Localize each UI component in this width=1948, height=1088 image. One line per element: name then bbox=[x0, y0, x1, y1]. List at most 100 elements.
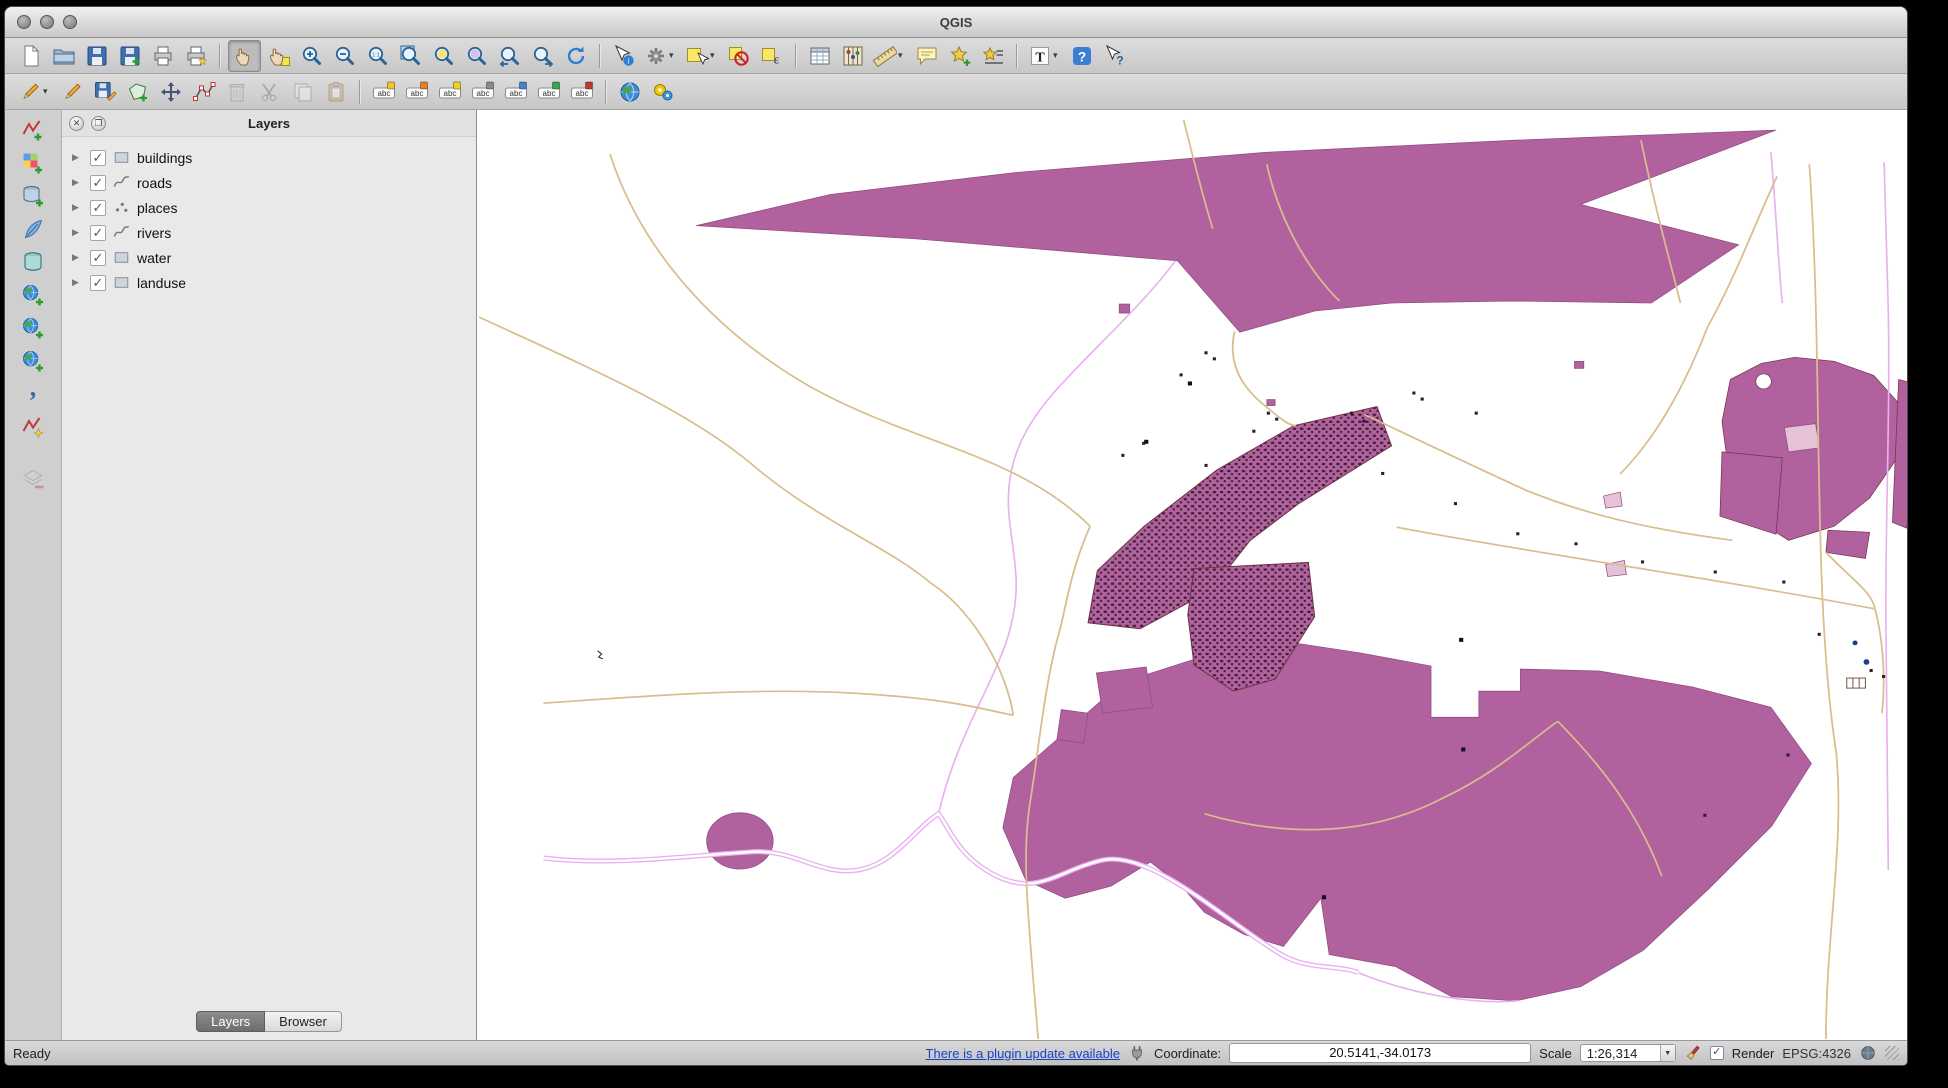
layer-label: roads bbox=[137, 175, 172, 191]
layer-checkbox[interactable]: ✓ bbox=[90, 225, 106, 241]
deselect-all-button[interactable] bbox=[723, 41, 754, 71]
status-bar: Ready There is a plugin update available… bbox=[5, 1040, 1907, 1065]
scale-combo[interactable]: 1:26,314 ▼ bbox=[1580, 1044, 1676, 1062]
add-wms-layer-button[interactable] bbox=[17, 280, 49, 310]
expander-icon[interactable]: ▶ bbox=[72, 152, 84, 163]
toggle-editing-button[interactable] bbox=[56, 77, 87, 107]
resize-grip[interactable] bbox=[1885, 1046, 1899, 1060]
help-contents-button[interactable] bbox=[1066, 41, 1097, 71]
expander-icon[interactable]: ▶ bbox=[72, 227, 84, 238]
expander-icon[interactable]: ▶ bbox=[72, 252, 84, 263]
save-layer-edits-button[interactable] bbox=[89, 77, 120, 107]
tab-layers[interactable]: Layers bbox=[196, 1011, 265, 1032]
render-brush-icon[interactable] bbox=[1684, 1044, 1702, 1062]
save-project-button[interactable] bbox=[81, 41, 112, 71]
change-label-properties-button[interactable] bbox=[566, 77, 597, 107]
layer-labeling-options-button[interactable] bbox=[368, 77, 399, 107]
add-raster-layer-button[interactable] bbox=[17, 148, 49, 178]
layer-row-rivers[interactable]: ▶✓rivers bbox=[62, 220, 476, 245]
zoom-in-icon bbox=[300, 44, 324, 68]
layer-checkbox[interactable]: ✓ bbox=[90, 200, 106, 216]
current-edits-button[interactable]: ▾ bbox=[15, 77, 54, 107]
layer-checkbox[interactable]: ✓ bbox=[90, 150, 106, 166]
layer-row-buildings[interactable]: ▶✓buildings bbox=[62, 145, 476, 170]
layer-row-water[interactable]: ▶✓water bbox=[62, 245, 476, 270]
pan-map-to-selection-button[interactable] bbox=[263, 41, 294, 71]
zoom-last-button[interactable] bbox=[494, 41, 525, 71]
save-project-as-button[interactable] bbox=[114, 41, 145, 71]
add-feature-button[interactable] bbox=[122, 77, 153, 107]
zoom-native-button[interactable] bbox=[362, 41, 393, 71]
expander-icon[interactable]: ▶ bbox=[72, 177, 84, 188]
expander-icon[interactable]: ▶ bbox=[72, 277, 84, 288]
chevron-down-icon[interactable]: ▼ bbox=[1660, 1045, 1675, 1061]
coordinate-input[interactable]: 20.5141,-34.0173 bbox=[1229, 1043, 1531, 1063]
zoom-out-button[interactable] bbox=[329, 41, 360, 71]
title-bar: QGIS bbox=[5, 7, 1907, 38]
layer-checkbox[interactable]: ✓ bbox=[90, 275, 106, 291]
layer-checkbox[interactable]: ✓ bbox=[90, 175, 106, 191]
plugin-icon[interactable] bbox=[1128, 1044, 1146, 1062]
identify-features-button[interactable] bbox=[608, 41, 639, 71]
layer-row-roads[interactable]: ▶ ✓ roads bbox=[62, 170, 476, 195]
layer-row-landuse[interactable]: ▶✓landuse bbox=[62, 270, 476, 295]
run-feature-action-button[interactable]: ▾ bbox=[641, 41, 680, 71]
new-shapefile-layer-button[interactable] bbox=[17, 412, 49, 442]
web-globe-button[interactable] bbox=[614, 77, 645, 107]
new-print-composer-button[interactable] bbox=[147, 41, 178, 71]
select-by-expression-button[interactable] bbox=[756, 41, 787, 71]
open-project-button[interactable] bbox=[48, 41, 79, 71]
composer-manager-button[interactable] bbox=[180, 41, 211, 71]
pin-unpin-labels-button[interactable] bbox=[467, 77, 498, 107]
map-tips-button[interactable] bbox=[911, 41, 942, 71]
move-feature-button[interactable] bbox=[155, 77, 186, 107]
pan-map-button[interactable] bbox=[228, 40, 261, 72]
save-project-as-icon bbox=[118, 44, 142, 68]
add-spatialite-layer-button[interactable] bbox=[17, 214, 49, 244]
layer-diagram-options-button[interactable] bbox=[401, 77, 432, 107]
zoom-full-button[interactable] bbox=[395, 41, 426, 71]
show-bookmarks-button[interactable] bbox=[977, 41, 1008, 71]
render-checkbox[interactable]: ✓ bbox=[1710, 1046, 1724, 1060]
zoom-in-button[interactable] bbox=[296, 41, 327, 71]
zoom-next-button[interactable] bbox=[527, 41, 558, 71]
highlight-pinned-labels-button[interactable] bbox=[434, 77, 465, 107]
tab-browser[interactable]: Browser bbox=[265, 1011, 342, 1032]
edit-toolbar: ▾ bbox=[5, 74, 1907, 110]
help-contents-icon bbox=[1070, 44, 1094, 68]
layer-checkbox[interactable]: ✓ bbox=[90, 250, 106, 266]
add-vector-layer-button[interactable] bbox=[17, 115, 49, 145]
current-edits-icon bbox=[18, 80, 42, 104]
map-canvas[interactable] bbox=[477, 110, 1907, 1040]
zoom-to-layer-button[interactable] bbox=[461, 41, 492, 71]
open-attribute-table-button[interactable] bbox=[804, 41, 835, 71]
expander-icon[interactable]: ▶ bbox=[72, 202, 84, 213]
show-bookmarks-icon bbox=[981, 44, 1005, 68]
move-label-button[interactable] bbox=[533, 77, 564, 107]
zoom-to-selection-button[interactable] bbox=[428, 41, 459, 71]
crs-globe-icon[interactable] bbox=[1859, 1044, 1877, 1062]
toggle-editing-icon bbox=[60, 80, 84, 104]
add-wfs-layer-button[interactable] bbox=[17, 346, 49, 376]
text-annotation-button[interactable]: ▾ bbox=[1025, 41, 1064, 71]
add-postgis-layer-button[interactable] bbox=[17, 181, 49, 211]
dropdown-arrow-icon: ▾ bbox=[710, 50, 715, 61]
new-project-button[interactable] bbox=[15, 41, 46, 71]
toolbar-separator bbox=[1016, 44, 1017, 68]
show-hide-labels-button[interactable] bbox=[500, 77, 531, 107]
refresh-map-button[interactable] bbox=[560, 41, 591, 71]
measure-line-button[interactable]: ▾ bbox=[870, 41, 909, 71]
new-shapefile-layer-icon bbox=[21, 415, 45, 439]
add-mssql-layer-button[interactable] bbox=[17, 247, 49, 277]
add-delimited-text-layer-button[interactable] bbox=[17, 379, 49, 409]
plugin-tools-button[interactable] bbox=[647, 77, 678, 107]
scale-label: Scale bbox=[1539, 1046, 1572, 1061]
node-tool-button[interactable] bbox=[188, 77, 219, 107]
add-wcs-layer-button[interactable] bbox=[17, 313, 49, 343]
layer-row-places[interactable]: ▶✓places bbox=[62, 195, 476, 220]
whats-this-button[interactable] bbox=[1099, 41, 1130, 71]
plugin-update-link[interactable]: There is a plugin update available bbox=[926, 1046, 1120, 1061]
select-features-button[interactable]: ▾ bbox=[682, 41, 721, 71]
field-calculator-button[interactable] bbox=[837, 41, 868, 71]
new-bookmark-button[interactable] bbox=[944, 41, 975, 71]
